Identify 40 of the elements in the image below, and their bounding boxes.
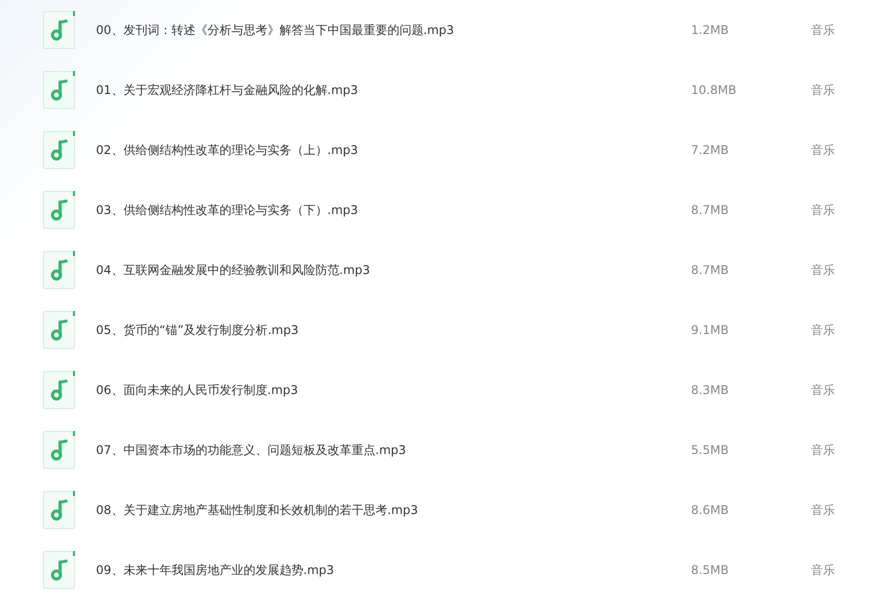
file-size: 5.5MB (691, 443, 730, 457)
file-size: 10.8MB (691, 83, 738, 97)
file-type: 音乐 (811, 382, 835, 398)
file-type: 音乐 (811, 562, 835, 578)
file-type: 音乐 (811, 142, 835, 158)
file-size: 9.1MB (691, 323, 730, 337)
file-name[interactable]: 06、面向未来的人民币发行制度.mp3 (96, 382, 691, 398)
music-file-icon (43, 371, 77, 409)
file-size: 7.2MB (691, 143, 730, 157)
file-type: 音乐 (811, 502, 835, 518)
file-name[interactable]: 07、中国资本市场的功能意义、问题短板及改革重点.mp3 (96, 442, 691, 458)
file-size: 8.6MB (691, 503, 730, 517)
file-type: 音乐 (811, 82, 835, 98)
file-name[interactable]: 08、关于建立房地产基础性制度和长效机制的若干思考.mp3 (96, 502, 691, 518)
file-type: 音乐 (811, 202, 835, 218)
file-size: 8.7MB (691, 203, 730, 217)
file-size: 8.7MB (691, 263, 730, 277)
file-name[interactable]: 01、关于宏观经济降杠杆与金融风险的化解.mp3 (96, 82, 691, 98)
file-size: 8.5MB (691, 563, 730, 577)
file-type: 音乐 (811, 442, 835, 458)
file-name[interactable]: 04、互联网金融发展中的经验教训和风险防范.mp3 (96, 262, 691, 278)
music-file-icon (43, 71, 77, 109)
file-name[interactable]: 02、供给侧结构性改革的理论与实务（上）.mp3 (96, 142, 691, 158)
music-file-icon (43, 131, 77, 169)
music-file-icon (43, 191, 77, 229)
file-type: 音乐 (811, 22, 835, 38)
music-file-icon (43, 311, 77, 349)
file-type: 音乐 (811, 262, 835, 278)
file-name[interactable]: 00、发刊词：转述《分析与思考》解答当下中国最重要的问题.mp3 (96, 22, 691, 38)
music-file-icon (43, 11, 77, 49)
file-type: 音乐 (811, 322, 835, 338)
file-name[interactable]: 09、未来十年我国房地产业的发展趋势.mp3 (96, 562, 691, 578)
file-name[interactable]: 05、货币的“锚”及发行制度分析.mp3 (96, 322, 691, 338)
file-size: 8.3MB (691, 383, 730, 397)
music-file-icon (43, 491, 77, 529)
music-file-icon (43, 431, 77, 469)
file-name[interactable]: 03、供给侧结构性改革的理论与实务（下）.mp3 (96, 202, 691, 218)
file-size: 1.2MB (691, 23, 730, 37)
music-file-icon (43, 551, 77, 589)
music-file-icon (43, 251, 77, 289)
